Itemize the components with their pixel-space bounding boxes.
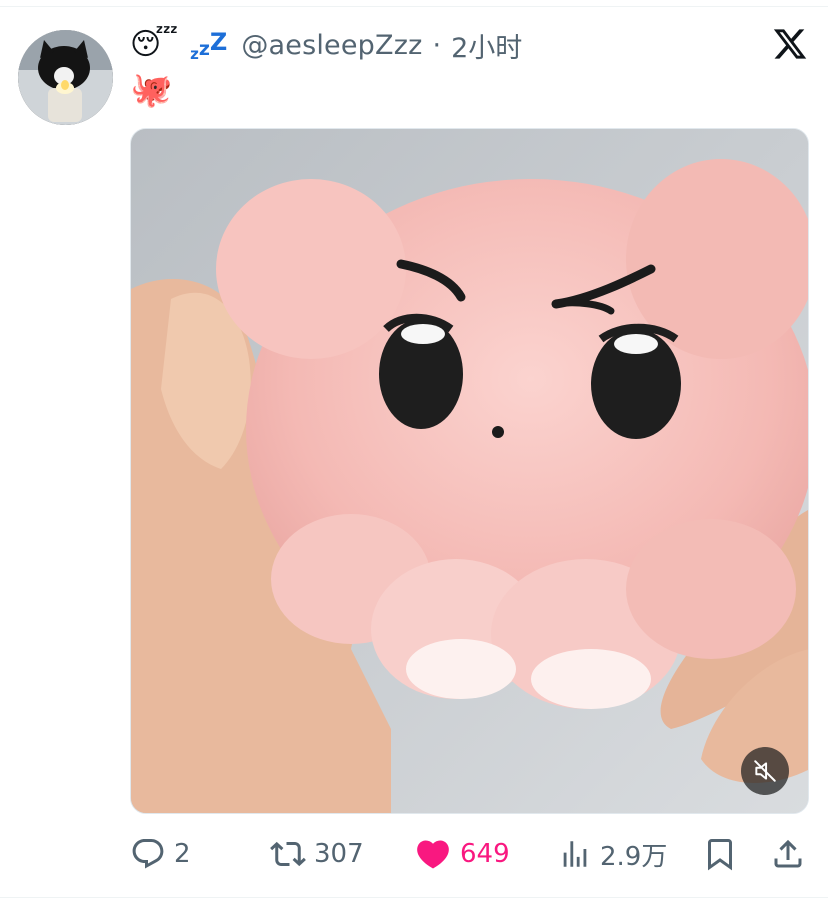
bottom-divider xyxy=(0,897,828,898)
reply-count: 2 xyxy=(174,839,191,869)
views-count: 2.9万 xyxy=(600,841,668,872)
zzz-letter-2: z xyxy=(198,38,210,60)
retweet-icon xyxy=(270,841,306,867)
top-divider xyxy=(0,6,828,7)
zzz-letter-1: z xyxy=(190,45,199,63)
avatar-image xyxy=(18,30,113,125)
zzz-letter-3: Z xyxy=(209,28,228,56)
tweet-video[interactable] xyxy=(130,128,809,814)
avatar[interactable] xyxy=(18,30,113,125)
video-frame-octopus-plush xyxy=(131,129,808,813)
retweet-count: 307 xyxy=(314,839,364,869)
like-count: 649 xyxy=(460,839,510,869)
bookmark-icon xyxy=(708,839,732,871)
separator-dot: · xyxy=(432,29,442,61)
tweet-actions: 2 307 649 2.9万 xyxy=(130,830,809,878)
views-icon xyxy=(563,841,587,867)
user-handle[interactable]: @aesleepZzz xyxy=(241,30,422,61)
zzz-emoji[interactable]: z z Z xyxy=(190,27,227,63)
reply-button[interactable]: 2 xyxy=(130,830,191,878)
retweet-button[interactable]: 307 xyxy=(270,830,364,878)
views-button[interactable]: 2.9万 xyxy=(558,830,667,878)
mute-icon xyxy=(754,760,776,782)
share-icon xyxy=(774,839,802,868)
x-logo-icon[interactable] xyxy=(772,26,808,62)
like-button[interactable]: 649 xyxy=(414,830,510,878)
mute-button[interactable] xyxy=(741,747,789,795)
tweet-header: 😴 z z Z @aesleepZzz · 2小时 xyxy=(130,22,522,68)
tweet-text: 🐙 xyxy=(130,70,173,110)
share-button[interactable] xyxy=(770,830,806,878)
heart-icon xyxy=(417,840,449,869)
reply-icon xyxy=(132,839,164,869)
bookmark-button[interactable] xyxy=(702,830,738,878)
sleeping-face-emoji[interactable]: 😴 xyxy=(130,30,178,60)
tweet-timestamp[interactable]: 2小时 xyxy=(451,26,522,65)
